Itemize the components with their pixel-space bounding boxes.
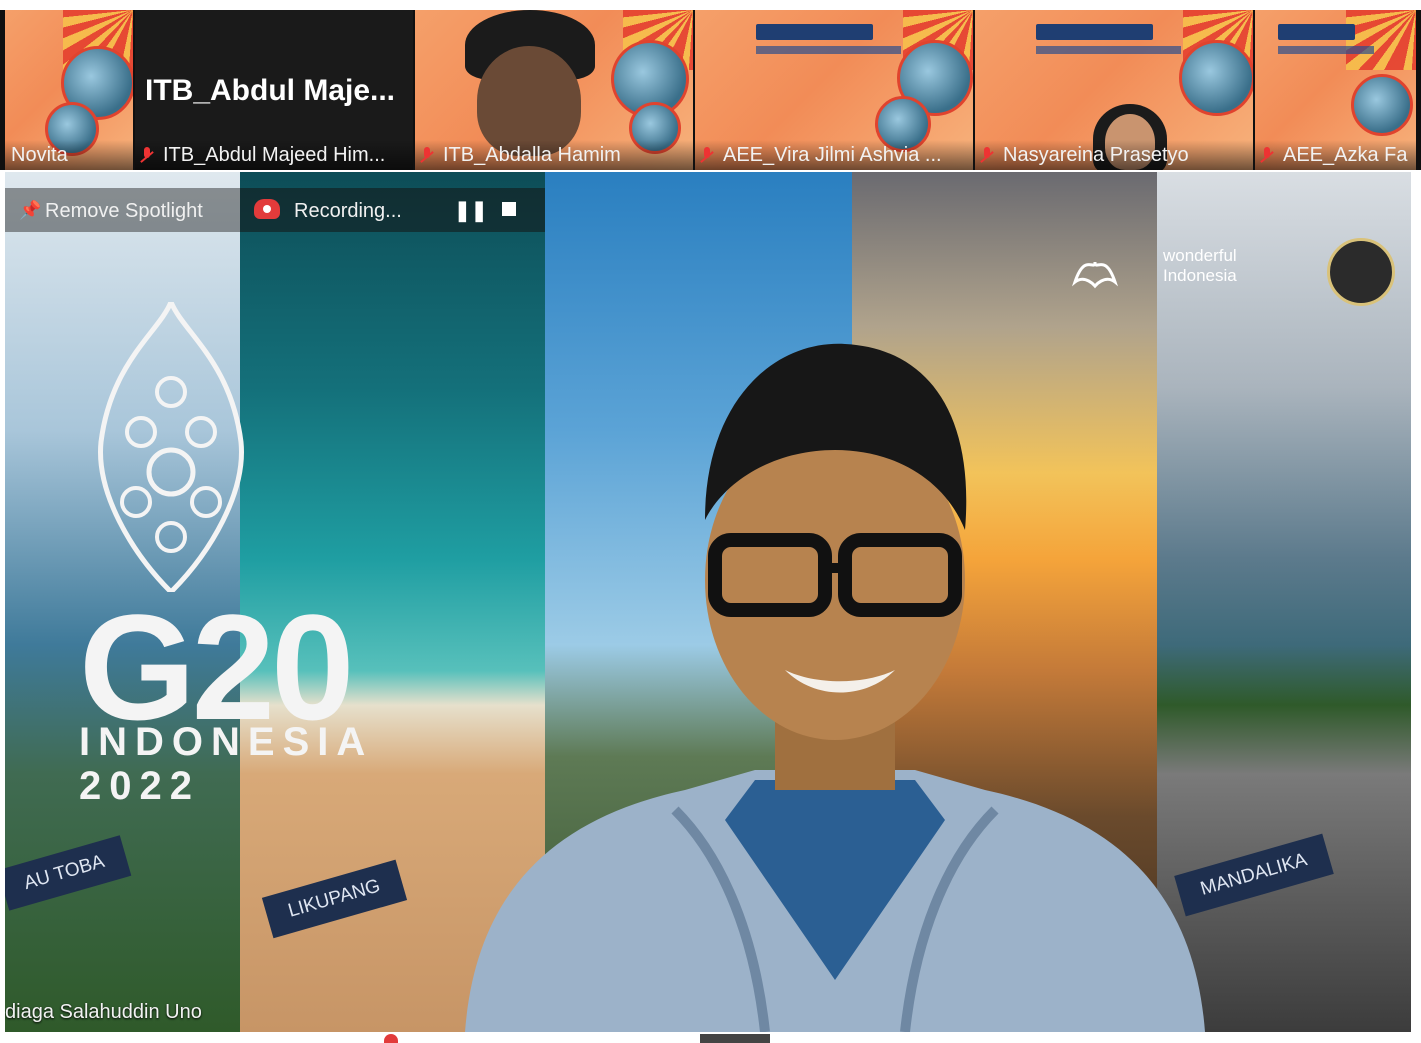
- muted-mic-icon: [1261, 146, 1273, 165]
- wonderful-indonesia-logo: wonderful Indonesia: [1163, 246, 1237, 285]
- g20-motif-icon: [98, 302, 244, 592]
- participant-tile-1[interactable]: Novita: [5, 10, 133, 170]
- participant-name: Novita: [5, 140, 133, 170]
- participant-name: Nasyareina Prasetyo: [1003, 144, 1189, 166]
- participant-name-row: Nasyareina Prasetyo: [975, 140, 1253, 170]
- muted-mic-icon: [701, 146, 713, 165]
- participant-display-name: ITB_Abdul Maje...: [145, 74, 396, 107]
- participant-name-row: ITB_Abdul Majeed Him...: [135, 140, 413, 170]
- spotlight-video[interactable]: G20 INDONESIA 2022 📌 Remove Spotlight Re…: [5, 172, 1411, 1032]
- ministry-seal-icon: [1327, 238, 1395, 306]
- g20-year-text: 2022: [79, 764, 200, 808]
- muted-mic-icon: [981, 146, 993, 165]
- participant-name-row: AEE_Azka Fa: [1255, 140, 1416, 170]
- pause-recording-button[interactable]: ❚❚: [454, 198, 488, 223]
- remove-spotlight-label: Remove Spotlight: [45, 200, 203, 222]
- stop-recording-button[interactable]: [502, 202, 516, 216]
- participant-tile-3[interactable]: ITB_Abdalla Hamim: [415, 10, 693, 170]
- remove-spotlight-button[interactable]: 📌 Remove Spotlight: [5, 188, 240, 232]
- participant-tile-6[interactable]: AEE_Azka Fa: [1255, 10, 1416, 170]
- wonderful-indonesia-bird-icon: [1071, 261, 1119, 289]
- recording-indicator: Recording... ❚❚: [240, 188, 545, 232]
- participant-tile-4[interactable]: AEE_Vira Jilmi Ashvia ...: [695, 10, 973, 170]
- g20-country-text: INDONESIA: [79, 720, 374, 764]
- cloud-recording-icon: [254, 199, 280, 219]
- participant-name: AEE_Vira Jilmi Ashvia ...: [723, 144, 942, 166]
- participant-strip: Novita ITB_Abdul Maje... ITB_Abdul Majee…: [0, 10, 1421, 170]
- participant-name-row: AEE_Vira Jilmi Ashvia ...: [695, 140, 973, 170]
- speaker-name-caption: diaga Salahuddin Uno: [5, 1001, 202, 1023]
- participant-name-row: ITB_Abdalla Hamim: [415, 140, 693, 170]
- participant-name: AEE_Azka Fa: [1283, 144, 1408, 166]
- muted-mic-icon: [141, 146, 153, 165]
- participant-name: ITB_Abdul Majeed Him...: [163, 144, 386, 166]
- muted-mic-icon: [421, 146, 433, 165]
- toolbar-edge-icon: [700, 1034, 770, 1043]
- participant-tile-2[interactable]: ITB_Abdul Maje... ITB_Abdul Majeed Him..…: [135, 10, 413, 170]
- toolbar-edge-icon: [384, 1034, 398, 1043]
- participant-name: ITB_Abdalla Hamim: [443, 144, 621, 166]
- speaker-video: [465, 343, 1205, 1032]
- recording-label: Recording...: [294, 200, 402, 222]
- pin-icon: 📌: [19, 200, 42, 220]
- toolbar-edge: [0, 1032, 1421, 1043]
- participant-tile-5[interactable]: Nasyareina Prasetyo: [975, 10, 1253, 170]
